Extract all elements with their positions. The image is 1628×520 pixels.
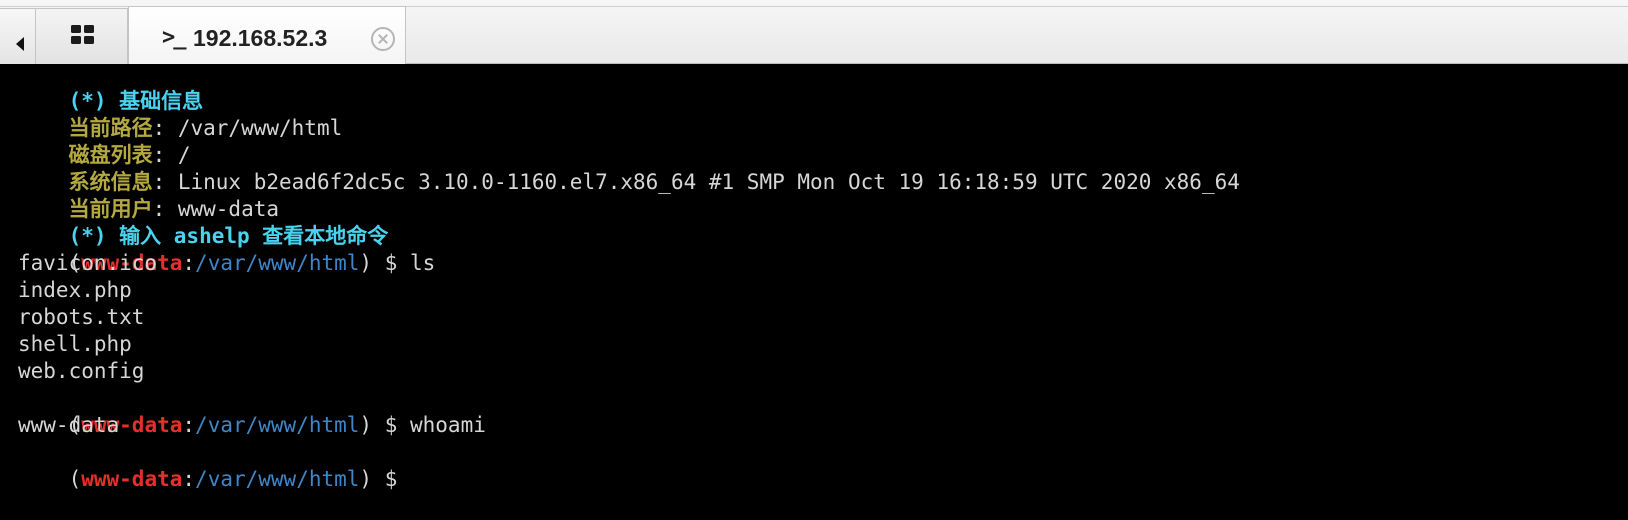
- help-hint: (*) 输入 ashelp 查看本地命令: [68, 224, 389, 248]
- close-circle-icon[interactable]: [371, 27, 395, 51]
- sysinfo-label: 系统信息: [68, 170, 153, 194]
- prompt-close: ) $: [359, 413, 410, 437]
- info-header-line: (*) 基础信息: [18, 61, 1628, 113]
- sysinfo-line: 系统信息: Linux b2ead6f2dc5c 3.10.0-1160.el7…: [18, 142, 1628, 194]
- prompt-sep: :: [182, 413, 196, 437]
- disk-value: : /: [152, 143, 191, 167]
- prompt-close: ) $: [359, 251, 410, 275]
- prompt-path: /var/www/html: [195, 413, 360, 437]
- terminal-output[interactable]: (*) 基础信息 当前路径: /var/www/html 磁盘列表: / 系统信…: [0, 64, 1628, 504]
- cwd-line: 当前路径: /var/www/html: [18, 88, 1628, 140]
- info-header: (*) 基础信息: [68, 89, 204, 113]
- terminal-prompt-icon: >_: [162, 25, 186, 50]
- disk-label: 磁盘列表: [68, 143, 153, 167]
- output-line: index.php: [18, 278, 132, 302]
- user-label: 当前用户: [68, 197, 153, 221]
- prompt-sep: :: [182, 467, 196, 491]
- sysinfo-value: : Linux b2ead6f2dc5c 3.10.0-1160.el7.x86…: [152, 170, 1240, 194]
- cwd-label: 当前路径: [68, 116, 153, 140]
- grid-icon: [71, 25, 94, 45]
- tab-overview-button[interactable]: [36, 8, 128, 64]
- command-text: ls: [410, 251, 436, 275]
- command-text: whoami: [410, 413, 486, 437]
- prompt-user: www-data: [81, 467, 183, 491]
- output-line: robots.txt: [18, 305, 145, 329]
- cwd-value: : /var/www/html: [152, 116, 343, 140]
- prompt-path: /var/www/html: [195, 467, 360, 491]
- prompt-line: (www-data:/var/www/html) $ whoami: [18, 385, 1628, 437]
- prompt-close: ) $: [359, 467, 410, 491]
- prompt-path: /var/www/html: [195, 251, 360, 275]
- output-line: web.config: [18, 359, 145, 383]
- user-value: : www-data: [152, 197, 280, 221]
- tab-title: 192.168.52.3: [193, 25, 328, 51]
- tab-bar: >_ 192.168.52.3: [0, 0, 1628, 65]
- prompt-sep: :: [182, 251, 196, 275]
- prompt-line-current[interactable]: (www-data:/var/www/html) $: [18, 439, 1628, 491]
- triangle-left-icon: [16, 37, 24, 51]
- tab-scroll-left-button[interactable]: [0, 8, 36, 64]
- output-line: shell.php: [18, 332, 132, 356]
- tab-terminal-192-168-52-3[interactable]: >_ 192.168.52.3: [128, 6, 406, 65]
- prompt-open: (: [68, 467, 82, 491]
